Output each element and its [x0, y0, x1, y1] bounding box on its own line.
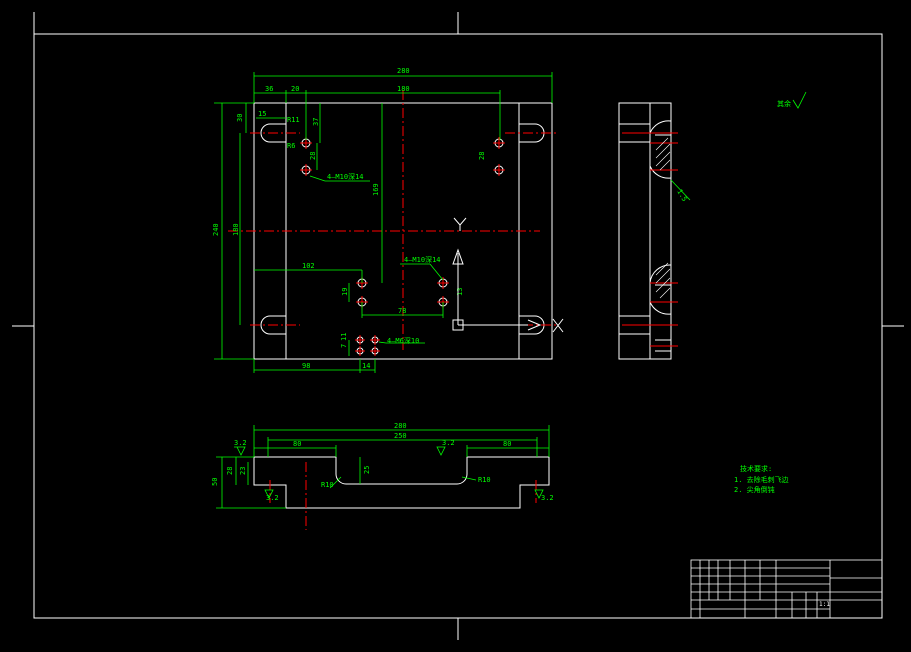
tech-req-title: 技术要求:: [740, 464, 772, 473]
rough-left-top: 3.2: [234, 439, 247, 447]
dim-r6: R6: [287, 142, 295, 150]
dim-v30: 30: [236, 114, 244, 122]
sec-right-80: 80: [503, 440, 511, 448]
sec-inner-width: 250: [394, 432, 407, 440]
tech-req-item-2: 2. 尖角倒钝: [734, 485, 775, 494]
dim-overall-height: 240: [212, 223, 220, 236]
sheet-border: [12, 12, 904, 640]
dim-v19: 19: [341, 288, 349, 296]
section-view: 280 250 80 80 50 28 23 25 R10 R10 3.2 3.…: [211, 422, 554, 530]
dim-overall-width: 280: [397, 67, 410, 75]
dim-v28a: 28: [309, 152, 317, 160]
surface-roughness-note: 其余: [777, 91, 807, 109]
tech-req-item-1: 1. 去除毛刺飞边: [734, 475, 789, 484]
dim-15: 15: [258, 110, 266, 118]
dim-r11: R11: [287, 116, 300, 124]
dim-v13: 13: [456, 288, 464, 296]
dim-102: 102: [302, 262, 315, 270]
note-m10-center: 4—M10深14: [404, 255, 441, 264]
top-view: 280 36 20 180 30 15 R11 R6 37 28 28 169 …: [212, 67, 564, 373]
dim-14: 14: [362, 362, 370, 370]
sec-v23: 23: [239, 467, 247, 475]
sec-left-80: 80: [293, 440, 301, 448]
sec-r10-right: R10: [478, 476, 491, 484]
rough-right-bottom: 3.2: [541, 494, 554, 502]
dim-180: 180: [397, 85, 410, 93]
sec-v25: 25: [363, 466, 371, 474]
sec-overall-width: 280: [394, 422, 407, 430]
dim-98: 98: [302, 362, 310, 370]
title-block-scale: 1:1: [819, 601, 830, 608]
rough-left-bottom: 3.2: [266, 494, 279, 502]
cad-drawing-canvas[interactable]: 280 36 20 180 30 15 R11 R6 37 28 28 169 …: [0, 0, 911, 652]
note-m10-top: 4—M10深14: [327, 172, 364, 181]
dim-v37: 37: [312, 118, 320, 126]
sec-v28: 28: [226, 467, 234, 475]
surface-note-text: 其余: [777, 99, 791, 108]
dim-v180: 180: [232, 223, 240, 236]
dim-v7: 7: [340, 344, 348, 348]
dim-v28b: 28: [478, 152, 486, 160]
sec-v50: 50: [211, 478, 219, 486]
dim-v11: 11: [340, 333, 348, 341]
dim-78: 78: [398, 307, 406, 315]
sec-r10-left: R10: [321, 481, 334, 489]
technical-requirements: 技术要求: 1. 去除毛刺飞边 2. 尖角倒钝: [734, 464, 789, 494]
ucs-icon: [452, 217, 564, 333]
dim-v169: 169: [372, 183, 380, 196]
rough-right-top: 3.2: [442, 439, 455, 447]
note-m6: 4—M6深10: [387, 336, 419, 345]
side-chamfer: 1.5: [675, 188, 688, 203]
title-block: [690, 559, 883, 619]
dim-36: 36: [265, 85, 273, 93]
dim-20: 20: [291, 85, 299, 93]
side-view: 1.5: [618, 102, 691, 360]
